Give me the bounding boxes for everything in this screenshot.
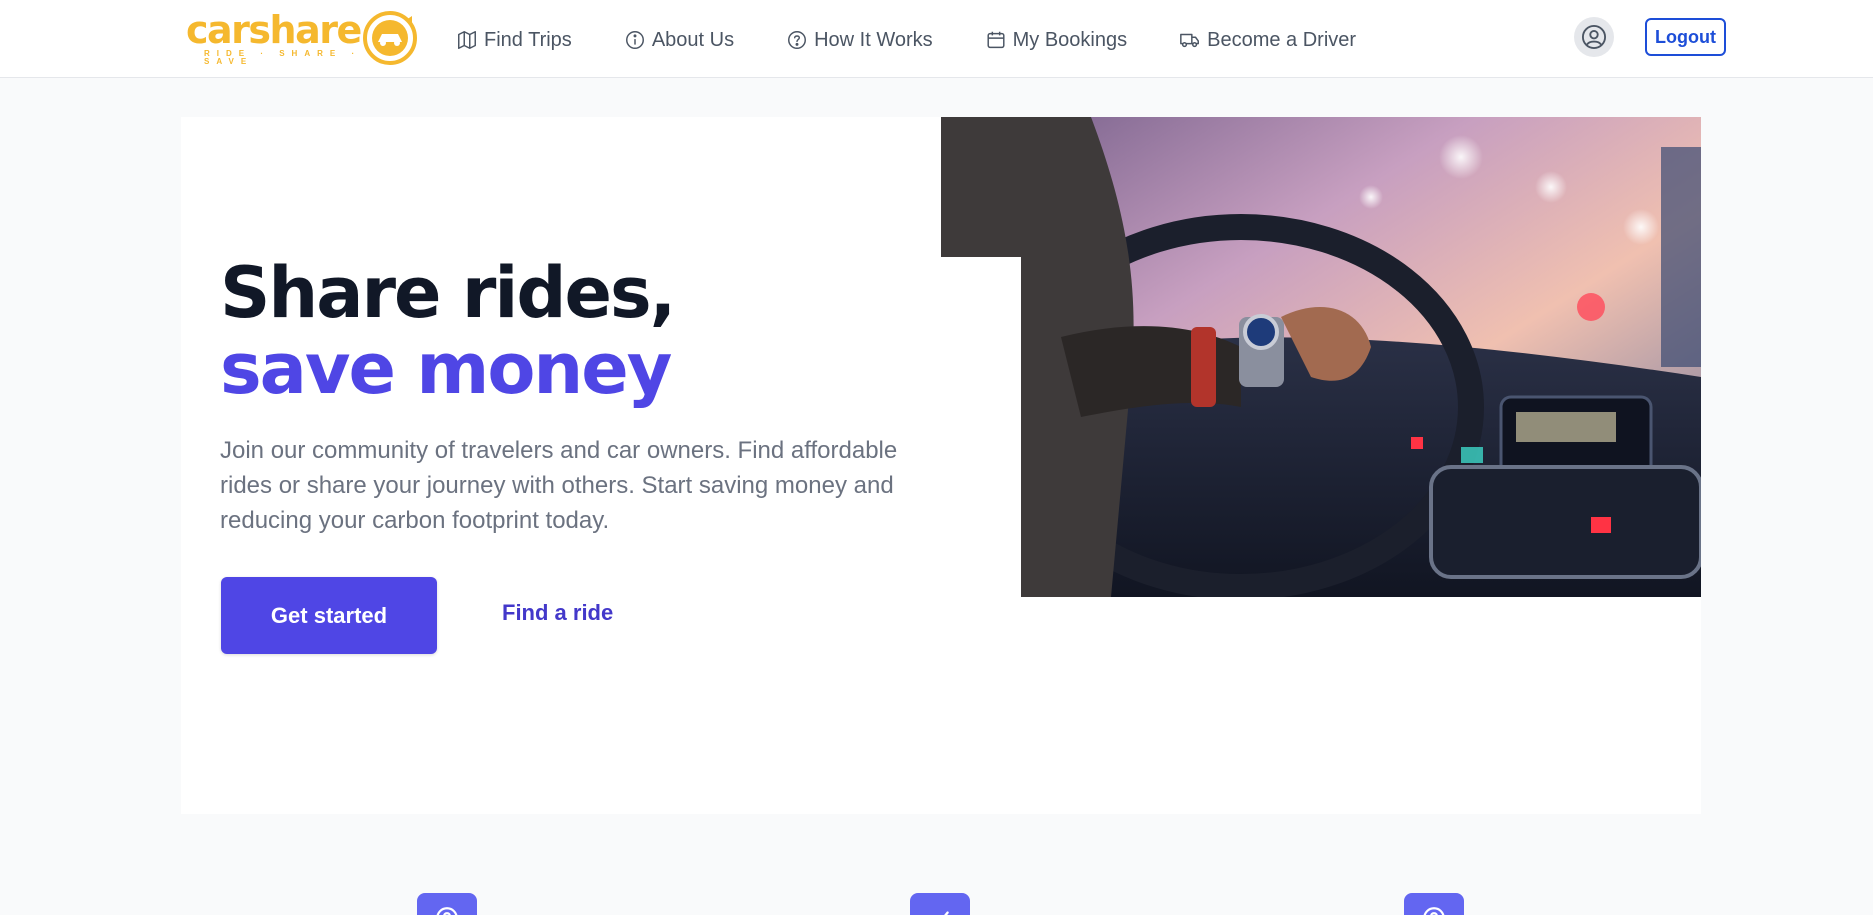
hero-title: Share rides, save money [220, 255, 860, 407]
feature-icon-box-2 [910, 893, 970, 915]
car-logo-icon [363, 11, 417, 65]
nav-find-trips-label: Find Trips [484, 28, 572, 51]
hero-description: Join our community of travelers and car … [220, 437, 898, 534]
logout-button[interactable]: Logout [1645, 18, 1726, 56]
question-icon [436, 907, 458, 915]
feature-icon-box-1 [417, 893, 477, 915]
nav-how-it-works[interactable]: How It Works [786, 29, 933, 52]
hero-driver-image [941, 117, 1701, 597]
find-a-ride-link[interactable]: Find a ride [502, 600, 613, 626]
profile-avatar-button[interactable] [1574, 17, 1614, 57]
nav-find-trips[interactable]: Find Trips [456, 29, 572, 52]
user-circle-icon [1581, 24, 1607, 50]
get-started-button[interactable]: Get started [221, 577, 437, 654]
map-icon [458, 31, 476, 49]
carshare-logo[interactable]: carshare RIDE · SHARE · SAVE [186, 8, 418, 68]
nav-about-us[interactable]: About Us [624, 29, 734, 52]
info-icon [625, 31, 644, 49]
nav-about-us-label: About Us [651, 28, 735, 51]
question-icon [1423, 907, 1445, 915]
nav-my-bookings-label: My Bookings [1012, 28, 1128, 51]
nav-how-it-works-label: How It Works [814, 28, 933, 51]
logo-wordmark: carshare [186, 7, 362, 52]
hero-title-main: Share rides, [220, 252, 676, 334]
nav-my-bookings[interactable]: My Bookings [985, 28, 1128, 52]
check-icon [944, 911, 949, 915]
feature-icon-box-3 [1404, 893, 1464, 915]
question-icon [788, 31, 807, 49]
calendar-icon [987, 31, 1005, 49]
top-navbar: carshare RIDE · SHARE · SAVE Find Trips … [0, 0, 1873, 78]
nav-become-driver-label: Become a Driver [1207, 28, 1357, 51]
nav-become-driver[interactable]: Become a Driver [1179, 29, 1356, 52]
hero-title-accent: save money [220, 328, 672, 410]
main-nav: Find Trips About Us How It Works My Book… [456, 22, 1408, 58]
truck-icon [1180, 33, 1200, 48]
